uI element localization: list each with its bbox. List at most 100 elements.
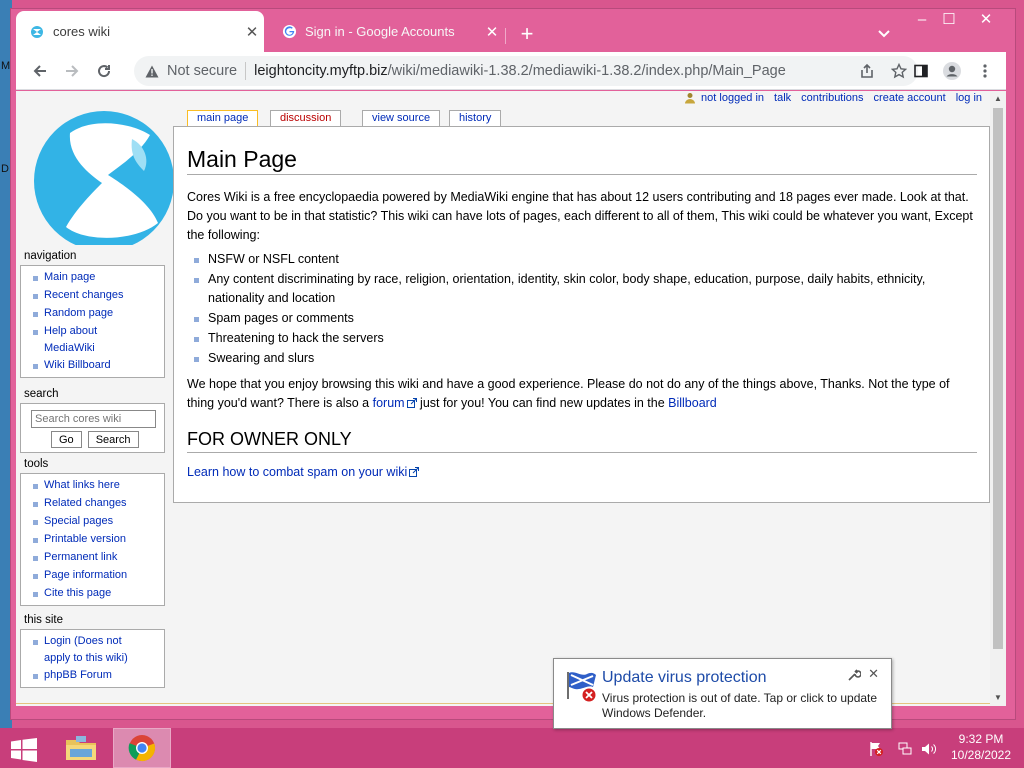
sidebar-item-recent-changes[interactable]: Recent changes	[21, 287, 164, 305]
list-item: Any content discriminating by race, reli…	[194, 270, 964, 308]
contributions-link[interactable]: contributions	[801, 92, 863, 104]
navigation-heading: navigation	[24, 250, 77, 262]
bookmark-star-icon[interactable]	[888, 60, 910, 82]
system-clock[interactable]: 9:32 PM 10/28/2022	[944, 731, 1018, 763]
back-arrow-icon[interactable]	[27, 58, 53, 84]
intro-paragraph: Cores Wiki is a free encyclopaedia power…	[187, 190, 973, 242]
talk-link[interactable]: talk	[774, 92, 791, 104]
go-button[interactable]: Go	[51, 431, 82, 448]
file-explorer-icon[interactable]	[52, 728, 110, 768]
not-logged-in-label: not logged in	[701, 92, 765, 104]
windows-start-icon[interactable]	[10, 738, 38, 762]
sidebar-item-random-page[interactable]: Random page	[21, 305, 164, 323]
notification-message: Virus protection is out of date. Tap or …	[602, 691, 878, 720]
scrollbar-thumb[interactable]	[993, 108, 1003, 649]
tools-portlet: tools What links here Related changes Sp…	[20, 458, 165, 606]
forum-link[interactable]: forum	[373, 396, 417, 410]
sidebar-item-phpbb-forum[interactable]: phpBB Forum	[21, 667, 164, 685]
spam-paragraph: Learn how to combat spam on your wiki	[187, 463, 979, 482]
action-center-flag-icon[interactable]	[867, 741, 885, 757]
clock-time: 9:32 PM	[958, 732, 1004, 746]
sidebar-item-related-changes[interactable]: Related changes	[21, 495, 164, 513]
not-secure-warning-icon[interactable]	[144, 63, 160, 79]
desktop-icon-label: D	[1, 163, 9, 175]
page-viewport: not logged in talk contributions create …	[16, 91, 1006, 706]
profile-avatar-icon[interactable]	[939, 58, 965, 84]
close-notification-icon[interactable]: ✕	[868, 666, 879, 682]
owner-heading: FOR OWNER ONLY	[187, 429, 977, 453]
forum-link-label: forum	[372, 396, 405, 410]
create-account-link[interactable]: create account	[874, 92, 946, 104]
sidebar-item-wiki-billboard[interactable]: Wiki Billboard	[21, 357, 164, 375]
defender-warning-icon	[565, 669, 599, 703]
tab-discussion[interactable]: discussion	[270, 110, 342, 126]
volume-icon[interactable]	[920, 741, 938, 757]
maximize-button[interactable]: ☐	[932, 8, 966, 32]
new-tab-button[interactable]: +	[514, 22, 540, 48]
close-tab-icon[interactable]: ✕	[480, 23, 504, 41]
forward-arrow-icon[interactable]	[59, 58, 85, 84]
sidebar-item-special-pages[interactable]: Special pages	[21, 513, 164, 531]
tab-view-source[interactable]: view source	[362, 110, 441, 126]
sidebar-item-help[interactable]: Help about MediaWiki	[21, 323, 131, 356]
wiki-favicon-icon	[29, 24, 45, 40]
search-heading: search	[24, 388, 59, 400]
tab-search-icon[interactable]	[872, 25, 896, 47]
close-tab-icon[interactable]: ✕	[240, 23, 264, 41]
navigation-portlet: navigation Main page Recent changes Rand…	[20, 250, 165, 378]
billboard-link[interactable]: Billboard	[668, 396, 717, 410]
personal-tools: not logged in talk contributions create …	[683, 91, 982, 105]
address-bar[interactable]: Not secure leightoncity.myftp.biz /wiki/…	[134, 56, 918, 86]
defender-notification[interactable]: Update virus protection Virus protection…	[553, 658, 892, 729]
taskbar: 9:32 PM 10/28/2022	[0, 728, 1024, 768]
tab-google-signin[interactable]: Sign in - Google Accounts ✕	[268, 11, 504, 52]
tab-cores-wiki[interactable]: cores wiki ✕	[16, 11, 264, 52]
network-icon[interactable]	[896, 741, 914, 757]
reload-icon[interactable]	[91, 58, 117, 84]
notification-title: Update virus protection	[602, 669, 767, 686]
settings-wrench-icon[interactable]	[847, 668, 862, 682]
chrome-taskbar-icon[interactable]	[113, 728, 171, 768]
tab-main-page[interactable]: main page	[187, 110, 259, 127]
outro-paragraph: We hope that you enjoy browsing this wik…	[187, 375, 979, 413]
outro-text: just for you! You can find new updates i…	[416, 396, 669, 410]
tools-heading: tools	[24, 458, 49, 470]
list-item: NSFW or NSFL content	[194, 250, 964, 269]
sidebar-item-main-page[interactable]: Main page	[21, 269, 164, 287]
search-input[interactable]	[31, 410, 156, 428]
url-path: /wiki/mediawiki-1.38.2/mediawiki-1.38.2/…	[387, 63, 786, 79]
search-button[interactable]: Search	[87, 431, 139, 448]
user-icon	[683, 91, 697, 105]
tab-divider	[505, 28, 506, 44]
google-favicon-icon	[281, 24, 297, 40]
tab-history[interactable]: history	[449, 110, 502, 126]
sidebar-item-what-links-here[interactable]: What links here	[21, 477, 164, 495]
page-content: Main Page Cores Wiki is a free encyclopa…	[173, 126, 990, 503]
sidebar-item-login[interactable]: Login (Does not apply to this wiki)	[21, 633, 139, 666]
log-in-link[interactable]: log in	[956, 92, 982, 104]
share-icon[interactable]	[856, 60, 878, 82]
sidebar-item-cite-this-page[interactable]: Cite this page	[21, 585, 164, 603]
combat-spam-label: Learn how to combat spam on your wiki	[187, 465, 408, 479]
external-link-icon	[409, 467, 420, 477]
sidebar-item-printable-version[interactable]: Printable version	[21, 531, 164, 549]
scroll-up-arrow-icon[interactable]: ▲	[993, 94, 1003, 104]
url-host: leightoncity.myftp.biz	[254, 63, 388, 79]
sidebar-item-permanent-link[interactable]: Permanent link	[21, 549, 164, 567]
wiki-logo[interactable]	[32, 105, 177, 251]
scroll-down-arrow-icon[interactable]: ▼	[993, 693, 1003, 703]
not-secure-label[interactable]: Not secure	[167, 63, 237, 79]
vertical-scrollbar[interactable]: ▲ ▼	[990, 91, 1006, 706]
list-item: Swearing and slurs	[194, 349, 964, 368]
side-panel-icon[interactable]	[908, 58, 934, 84]
this-site-portlet: this site Login (Does not apply to this …	[20, 614, 165, 688]
external-link-icon	[406, 398, 417, 408]
more-menu-icon[interactable]	[972, 58, 998, 84]
list-item: Spam pages or comments	[194, 309, 964, 328]
sidebar-item-page-information[interactable]: Page information	[21, 567, 164, 585]
tab-title: cores wiki	[53, 24, 111, 39]
combat-spam-link[interactable]: Learn how to combat spam on your wiki	[187, 465, 420, 479]
search-portlet: search Go Search	[20, 388, 165, 453]
this-site-heading: this site	[24, 614, 63, 626]
close-window-button[interactable]: ✕	[969, 8, 1003, 32]
